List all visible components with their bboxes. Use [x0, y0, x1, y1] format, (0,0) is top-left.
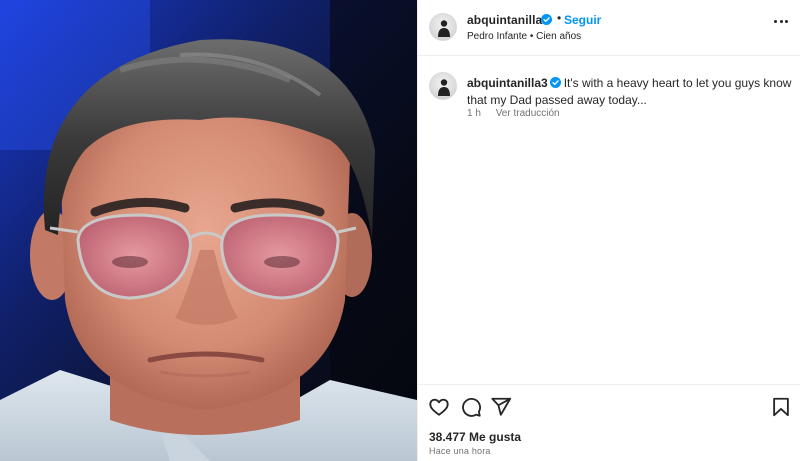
comment-icon[interactable]: [460, 396, 482, 418]
follow-button[interactable]: Seguir: [564, 13, 601, 27]
caption-meta: 1 h Ver traducción: [467, 108, 560, 119]
profile-picture-icon: [438, 79, 450, 96]
post-actions: 38.477 Me gusta Hace una hora: [418, 384, 800, 461]
caption-text-block: abquintanilla3 It's with a heavy heart to…: [467, 75, 793, 109]
username-link[interactable]: abquintanilla3: [467, 13, 549, 27]
caption-avatar[interactable]: [429, 72, 457, 100]
post-header: abquintanilla3 • Seguir Pedro Infante • …: [418, 0, 800, 56]
post-side-panel: abquintanilla3 • Seguir Pedro Infante • …: [417, 0, 800, 461]
bookmark-icon[interactable]: [770, 396, 792, 418]
verified-badge-icon: [541, 14, 552, 25]
separator-dot: •: [557, 11, 562, 25]
instagram-post: abquintanilla3 • Seguir Pedro Infante • …: [0, 0, 800, 461]
avatar[interactable]: [429, 13, 457, 41]
caption-age[interactable]: 1 h: [467, 108, 481, 119]
portrait-photo: [0, 0, 417, 461]
verified-badge-icon: [549, 77, 561, 88]
post-image[interactable]: [0, 0, 417, 461]
caption-username[interactable]: abquintanilla3: [467, 76, 548, 90]
post-timestamp[interactable]: Hace una hora: [429, 446, 491, 456]
heart-icon[interactable]: [428, 396, 450, 418]
likes-count[interactable]: 38.477 Me gusta: [429, 430, 521, 444]
share-icon[interactable]: [490, 396, 512, 418]
more-options-icon[interactable]: [774, 20, 788, 24]
see-translation-link[interactable]: Ver traducción: [496, 108, 560, 119]
audio-subline[interactable]: Pedro Infante • Cien años: [467, 31, 581, 42]
profile-picture-icon: [438, 20, 450, 37]
